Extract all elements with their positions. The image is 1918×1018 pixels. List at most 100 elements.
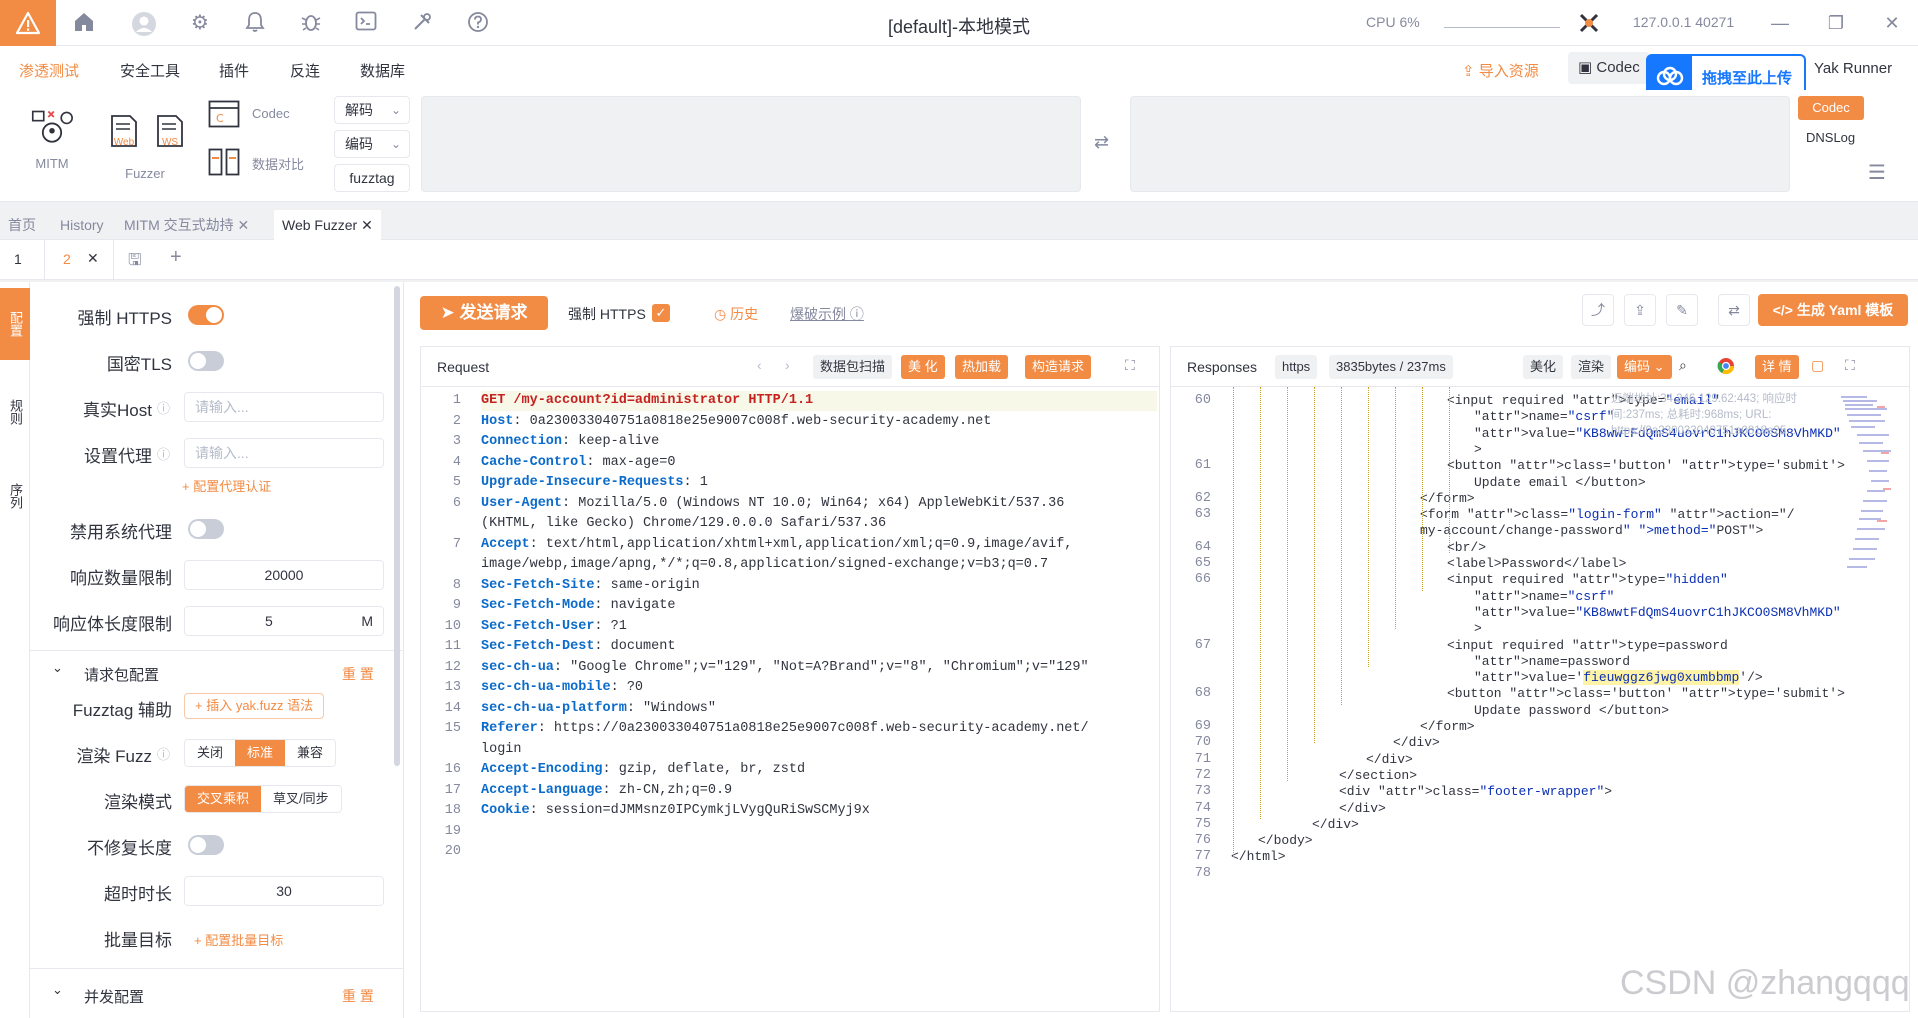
disable-proxy-toggle[interactable] bbox=[188, 519, 224, 539]
save-icon[interactable]: 🖫 bbox=[128, 249, 142, 276]
tab-mitm[interactable]: MITM 交互式劫持 ✕ bbox=[116, 210, 257, 240]
fullscreen-icon[interactable]: ⛶ bbox=[1125, 357, 1135, 374]
render-mode-segment[interactable]: 交叉乘积 草叉/同步 bbox=[184, 785, 342, 813]
edit-icon[interactable]: ✎ bbox=[1666, 294, 1698, 326]
user-avatar-icon[interactable] bbox=[131, 11, 156, 36]
swap-icon[interactable]: ⇄ bbox=[1094, 132, 1109, 153]
add-tab-icon[interactable]: + bbox=[170, 246, 182, 269]
packet-config-reset[interactable]: 重 置 bbox=[342, 664, 374, 684]
request-code[interactable]: 1 GET /my-account?id=administrator HTTP/1… bbox=[421, 387, 1159, 1011]
chevron-down-icon[interactable]: ⌄ bbox=[52, 982, 63, 998]
compare-tool-icon[interactable] bbox=[208, 148, 240, 176]
force-https-checkbox[interactable]: ✓ bbox=[652, 304, 670, 322]
codec-shortcut-button[interactable]: ▣ Codec bbox=[1568, 52, 1650, 84]
settings-scrollbar[interactable] bbox=[394, 286, 400, 766]
timeout-input[interactable]: 30 bbox=[184, 876, 384, 906]
collapse-list-icon[interactable]: ☰ bbox=[1868, 160, 1886, 185]
import-resource-button[interactable]: ⇪ 导入资源 bbox=[1462, 60, 1539, 81]
proxy-auth-link[interactable]: + 配置代理认证 bbox=[182, 476, 271, 495]
share-icon[interactable]: ⤴ bbox=[1582, 294, 1614, 326]
help-icon[interactable] bbox=[466, 11, 490, 35]
encode-dropdown[interactable]: 编码 ⌄ bbox=[1617, 355, 1672, 379]
packet-scan-button[interactable]: 数据包扫描 bbox=[813, 355, 893, 379]
concurrency-config-title[interactable]: 并发配置 bbox=[84, 986, 144, 1007]
tab-history[interactable]: History bbox=[52, 210, 112, 240]
response-minimap[interactable] bbox=[1837, 391, 1893, 591]
generate-yaml-button[interactable]: </> 生成 Yaml 模板 bbox=[1758, 294, 1908, 326]
comment-icon[interactable]: ▢ bbox=[1811, 357, 1824, 374]
sub-tab-1[interactable]: 1 bbox=[14, 251, 22, 267]
rail-config[interactable]: 配置 bbox=[0, 288, 30, 360]
tools-icon[interactable] bbox=[410, 11, 434, 35]
restore-icon[interactable]: ❐ bbox=[1823, 10, 1849, 36]
web-fuzzer-tool[interactable]: Web bbox=[104, 114, 144, 148]
render-standard[interactable]: 标准 bbox=[235, 740, 286, 766]
codec-side-button[interactable]: Codec bbox=[1798, 96, 1864, 120]
menu-security-tools[interactable]: 安全工具 bbox=[120, 60, 180, 81]
gm-tls-toggle[interactable] bbox=[188, 351, 224, 371]
next-icon[interactable]: › bbox=[785, 357, 790, 373]
tab-home[interactable]: 首页 bbox=[0, 210, 44, 240]
menu-database[interactable]: 数据库 bbox=[360, 60, 405, 81]
tab-web-fuzzer[interactable]: Web Fuzzer ✕ bbox=[274, 210, 381, 240]
close-icon[interactable]: ✕ bbox=[1879, 10, 1905, 36]
mode-cross-product[interactable]: 交叉乘积 bbox=[185, 786, 262, 812]
yak-engine-icon[interactable] bbox=[1577, 11, 1601, 35]
sub-tab-2[interactable]: 2 ✕ bbox=[44, 240, 114, 280]
bug-icon[interactable] bbox=[299, 11, 323, 35]
mode-pitchfork[interactable]: 草叉/同步 bbox=[261, 786, 341, 812]
decode-select[interactable]: 解码 ⌄ bbox=[334, 96, 410, 124]
response-count-input[interactable]: 20000 bbox=[184, 560, 384, 590]
response-beautify-button[interactable]: 美化 bbox=[1523, 355, 1564, 379]
force-https-toggle[interactable] bbox=[188, 305, 224, 325]
packet-config-title[interactable]: 请求包配置 bbox=[84, 664, 159, 685]
home-icon[interactable] bbox=[72, 11, 96, 35]
brute-example-link[interactable]: 爆破示例 ⓘ bbox=[790, 304, 864, 324]
batch-target-link[interactable]: + 配置批量目标 bbox=[194, 930, 283, 949]
ws-fuzzer-tool[interactable]: WS bbox=[150, 114, 190, 148]
dnslog-side-button[interactable]: DNSLog bbox=[1806, 130, 1855, 145]
mitm-tool[interactable]: MITM bbox=[26, 106, 78, 171]
menu-reverse[interactable]: 反连 bbox=[290, 60, 320, 81]
encode-select[interactable]: 编码 ⌄ bbox=[334, 130, 410, 158]
codec-output-area[interactable] bbox=[1130, 96, 1790, 192]
rail-rules[interactable]: 规则 bbox=[0, 382, 30, 442]
compare-tool-label[interactable]: 数据对比 bbox=[252, 154, 304, 173]
close-icon[interactable]: ✕ bbox=[87, 250, 99, 267]
menu-plugins[interactable]: 插件 bbox=[219, 60, 249, 81]
request-beautify-button[interactable]: 美 化 bbox=[901, 355, 945, 379]
render-off[interactable]: 关闭 bbox=[185, 740, 236, 766]
layout-switch-icon[interactable]: ⇄ bbox=[1718, 294, 1750, 326]
close-icon[interactable]: ✕ bbox=[361, 217, 373, 233]
construct-request-button[interactable]: 构造请求 bbox=[1025, 355, 1092, 379]
terminal-icon[interactable] bbox=[354, 11, 378, 35]
gear-icon[interactable]: ⚙ bbox=[188, 11, 212, 35]
rail-sequence[interactable]: 序列 bbox=[0, 466, 30, 526]
no-fix-length-toggle[interactable] bbox=[188, 835, 224, 855]
real-host-input[interactable]: 请输入... bbox=[184, 392, 384, 422]
bell-icon[interactable] bbox=[243, 11, 267, 35]
concurrency-reset[interactable]: 重 置 bbox=[342, 986, 374, 1006]
chevron-down-icon[interactable]: ⌄ bbox=[52, 660, 63, 676]
insert-yak-fuzz-button[interactable]: + 插入 yak.fuzz 语法 bbox=[184, 693, 325, 719]
hotload-button[interactable]: 热加载 bbox=[955, 355, 1009, 379]
codec-input-area[interactable] bbox=[421, 96, 1081, 192]
response-code[interactable]: 60 <input required "attr">type="email" "at… bbox=[1171, 387, 1909, 1011]
yak-runner-button[interactable]: Yak Runner bbox=[1814, 60, 1892, 77]
history-button[interactable]: ◷ 历史 bbox=[714, 304, 758, 324]
codec-tool-icon[interactable]: C bbox=[208, 100, 240, 128]
codec-tool-label[interactable]: Codec bbox=[252, 106, 290, 121]
menu-pentest[interactable]: 渗透测试 bbox=[19, 60, 79, 81]
detail-button[interactable]: 详 情 bbox=[1755, 355, 1799, 379]
chrome-icon[interactable] bbox=[1717, 357, 1735, 375]
export-icon[interactable]: ⇪ bbox=[1624, 294, 1656, 326]
render-fuzz-segment[interactable]: 关闭 标准 兼容 bbox=[184, 739, 337, 767]
fuzztag-button[interactable]: fuzztag bbox=[334, 164, 410, 192]
render-compat[interactable]: 兼容 bbox=[285, 740, 336, 766]
response-length-input[interactable]: 5 M bbox=[184, 606, 384, 636]
prev-icon[interactable]: ‹ bbox=[757, 357, 762, 373]
render-button[interactable]: 渲染 bbox=[1571, 355, 1612, 379]
send-request-button[interactable]: ➤ 发送请求 bbox=[420, 296, 548, 330]
close-icon[interactable]: ✕ bbox=[238, 217, 250, 233]
proxy-input[interactable]: 请输入... bbox=[184, 438, 384, 468]
